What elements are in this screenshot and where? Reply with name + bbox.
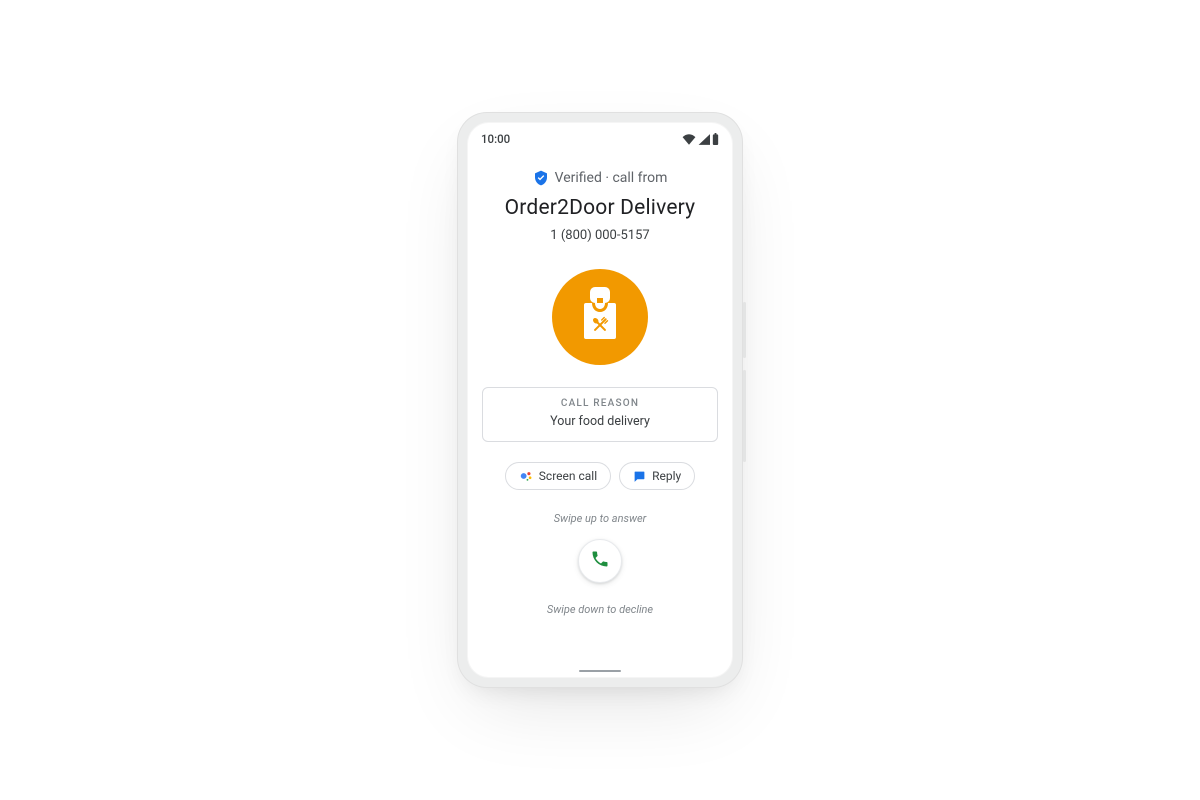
wifi-icon: [682, 134, 696, 145]
call-reason-title: CALL REASON: [493, 398, 707, 409]
call-reason-card: CALL REASON Your food delivery: [482, 387, 718, 442]
cell-signal-icon: [698, 134, 710, 145]
status-icons: [682, 133, 719, 145]
caller-name: Order2Door Delivery: [505, 196, 696, 220]
phone-screen: 10:00 Ve: [467, 122, 733, 678]
phone-icon: [590, 549, 610, 573]
verified-label: Verified · call from: [555, 170, 668, 186]
swipe-up-hint: Swipe up to answer: [554, 512, 647, 525]
screen-call-button[interactable]: Screen call: [505, 462, 611, 490]
answer-button[interactable]: [578, 539, 622, 583]
call-reason-body: Your food delivery: [493, 414, 707, 429]
caller-avatar: [552, 269, 648, 365]
nav-handle[interactable]: [579, 670, 621, 672]
caller-number: 1 (800) 000-5157: [550, 228, 649, 243]
reply-label: Reply: [652, 469, 681, 483]
assistant-icon: [519, 469, 533, 483]
reply-button[interactable]: Reply: [619, 462, 695, 490]
status-bar: 10:00: [467, 122, 733, 150]
verified-row: Verified · call from: [533, 170, 668, 186]
screen-call-label: Screen call: [539, 469, 597, 483]
battery-icon: [712, 133, 719, 145]
phone-frame: 10:00 Ve: [457, 112, 743, 688]
message-icon: [633, 470, 646, 483]
verified-shield-icon: [533, 170, 549, 186]
swipe-down-hint: Swipe down to decline: [547, 603, 653, 616]
delivery-bag-icon: [574, 287, 626, 347]
status-time: 10:00: [481, 132, 510, 146]
